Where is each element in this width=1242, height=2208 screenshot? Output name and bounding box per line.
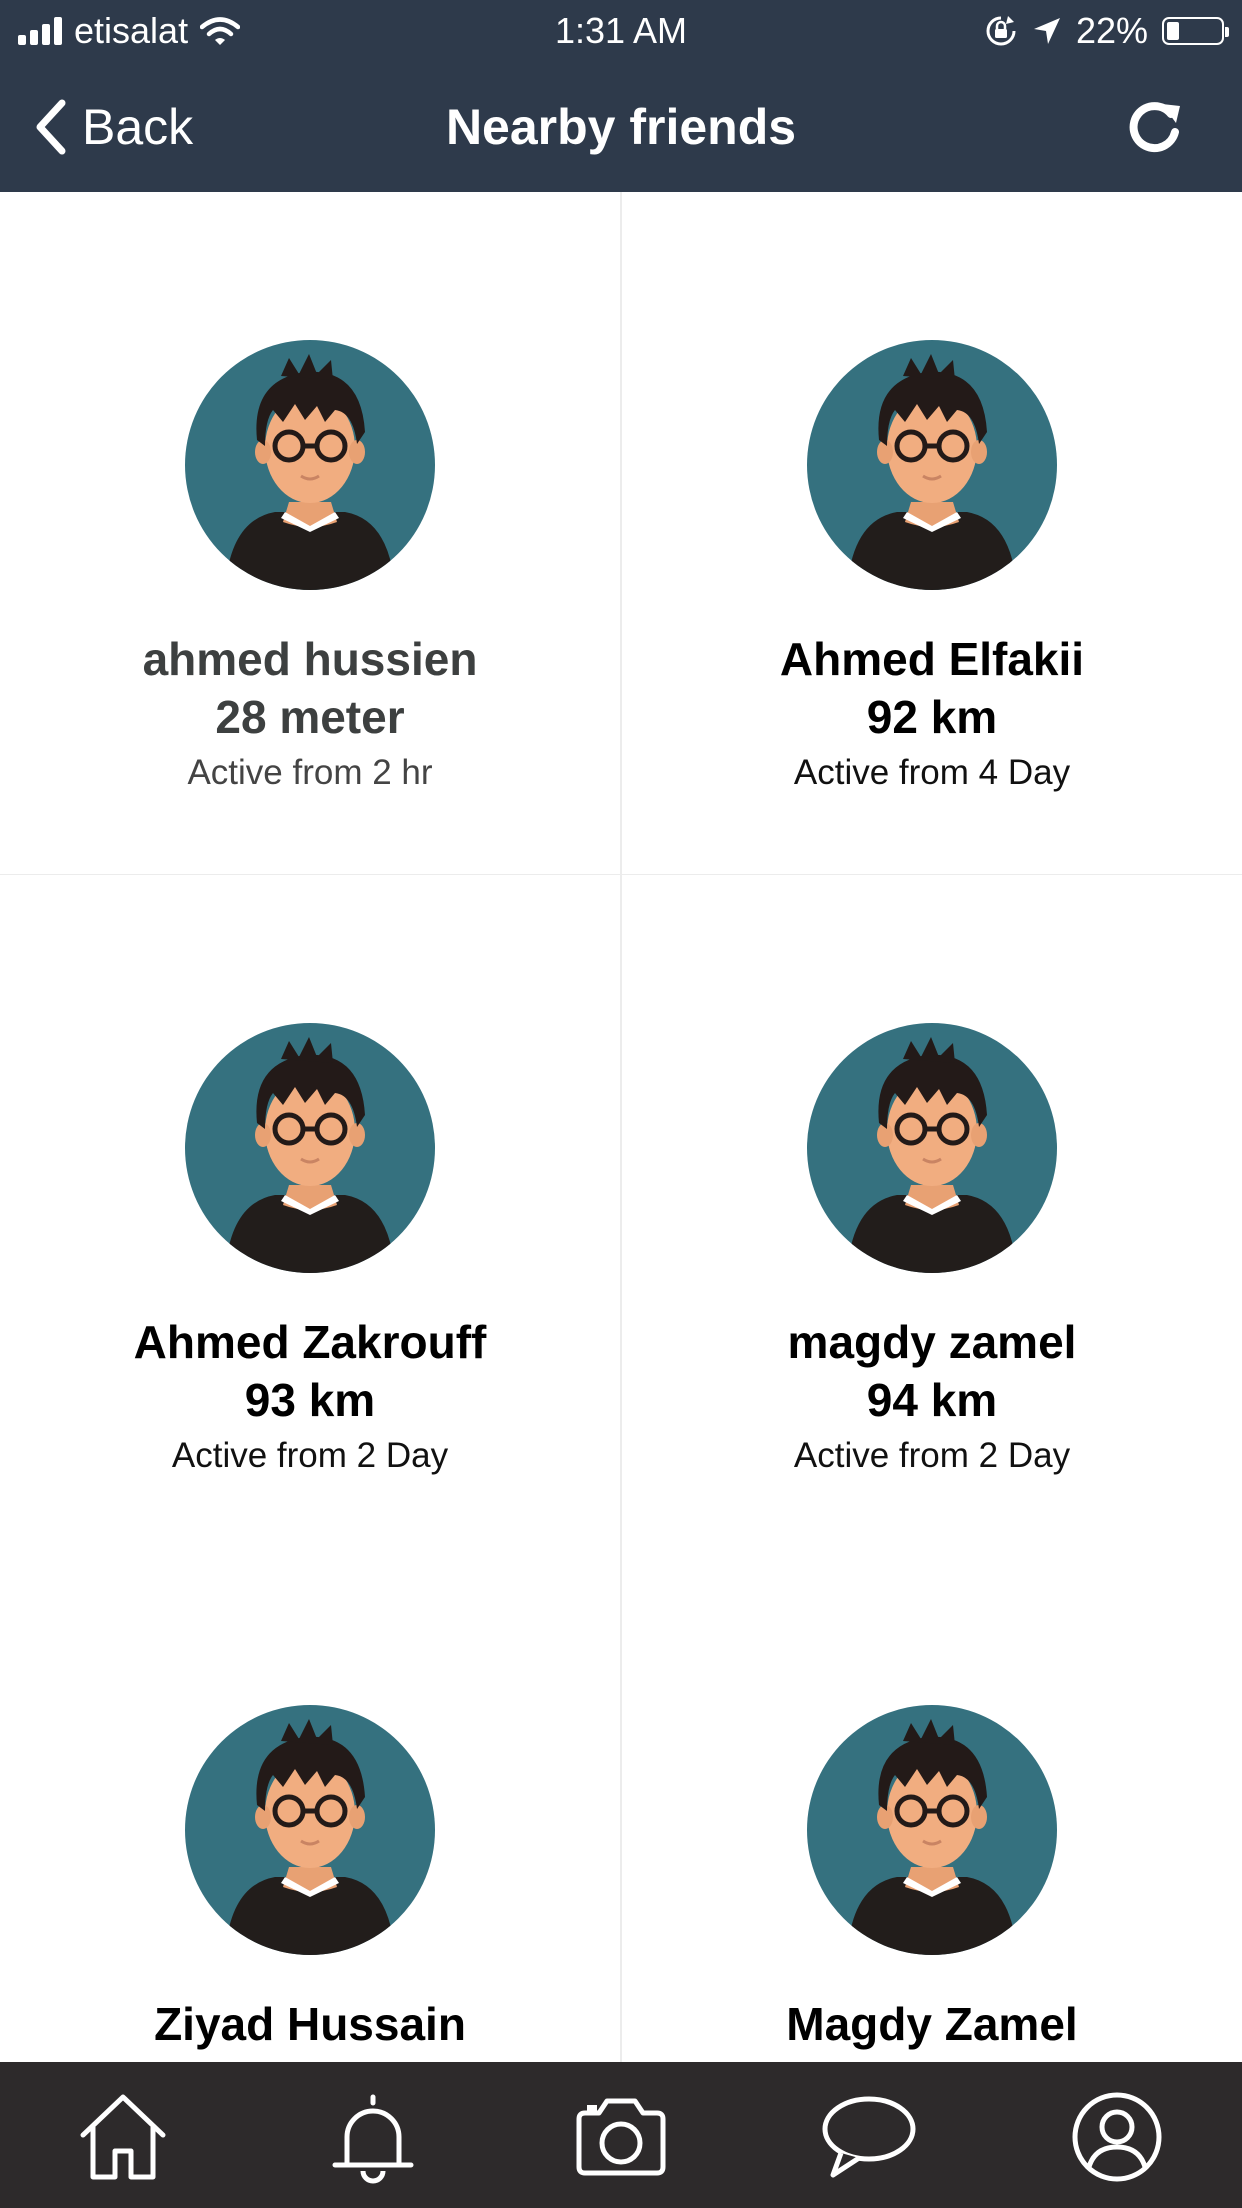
bell-icon <box>332 2094 414 2184</box>
friend-distance: 92 km <box>866 691 998 743</box>
friend-card[interactable]: ahmed hussien 28 meter Active from 2 hr <box>0 192 620 874</box>
tab-messages[interactable] <box>814 2082 924 2192</box>
camera-icon <box>576 2098 666 2176</box>
avatar <box>185 1705 435 1955</box>
friend-active: Active from 2 hr <box>187 753 433 792</box>
avatar <box>807 340 1057 590</box>
avatar <box>807 1705 1057 1955</box>
friends-grid: ahmed hussien 28 meter Active from 2 hr … <box>0 192 1242 2062</box>
friend-card[interactable]: magdy zamel 94 km Active from 2 Day <box>622 875 1242 1557</box>
status-bar: etisalat 1:31 AM 22% <box>0 0 1242 62</box>
friend-name: Magdy Zamel <box>786 1998 1078 2050</box>
avatar <box>807 1023 1057 1273</box>
nav-bar: Back Nearby friends <box>0 62 1242 192</box>
friend-name: Ahmed Zakrouff <box>133 1316 487 1368</box>
friend-name: ahmed hussien <box>142 633 478 685</box>
friend-distance: 94 km <box>866 1374 998 1426</box>
friend-active: Active from 2 Day <box>171 1436 449 1475</box>
tab-home[interactable] <box>68 2082 178 2192</box>
battery-icon <box>1162 17 1229 45</box>
friend-active: Active from 4 Day <box>793 753 1071 792</box>
battery-fill <box>1167 22 1179 40</box>
friend-card[interactable]: Ahmed Elfakii 92 km Active from 4 Day <box>622 192 1242 874</box>
tab-camera[interactable] <box>566 2082 676 2192</box>
location-arrow-icon <box>1033 18 1060 44</box>
friend-card[interactable]: Ahmed Zakrouff 93 km Active from 2 Day <box>0 875 620 1557</box>
friend-name: magdy zamel <box>787 1316 1077 1368</box>
tab-notifications[interactable] <box>318 2082 428 2192</box>
top-bar: etisalat 1:31 AM 22% Back Nearby friends <box>0 0 1242 192</box>
home-icon <box>80 2094 166 2180</box>
refresh-button[interactable] <box>1124 98 1184 158</box>
friend-card[interactable]: Ziyad Hussain <box>0 1557 620 2062</box>
friend-active: Active from 2 Day <box>793 1436 1071 1475</box>
orientation-lock-icon <box>986 16 1016 46</box>
friend-distance: 28 meter <box>215 691 405 743</box>
refresh-icon <box>1129 102 1180 153</box>
friend-name: Ahmed Elfakii <box>779 633 1085 685</box>
profile-icon <box>1072 2092 1162 2182</box>
chat-icon <box>822 2096 916 2178</box>
page-title: Nearby friends <box>445 99 797 155</box>
tab-bar <box>0 2062 1242 2208</box>
avatar <box>185 340 435 590</box>
battery-percent: 22% <box>1075 10 1148 51</box>
avatar <box>185 1023 435 1273</box>
friend-distance: 93 km <box>244 1374 376 1426</box>
friend-name: Ziyad Hussain <box>154 1998 466 2050</box>
friend-card[interactable]: Magdy Zamel <box>622 1557 1242 2062</box>
tab-profile[interactable] <box>1062 2082 1172 2192</box>
